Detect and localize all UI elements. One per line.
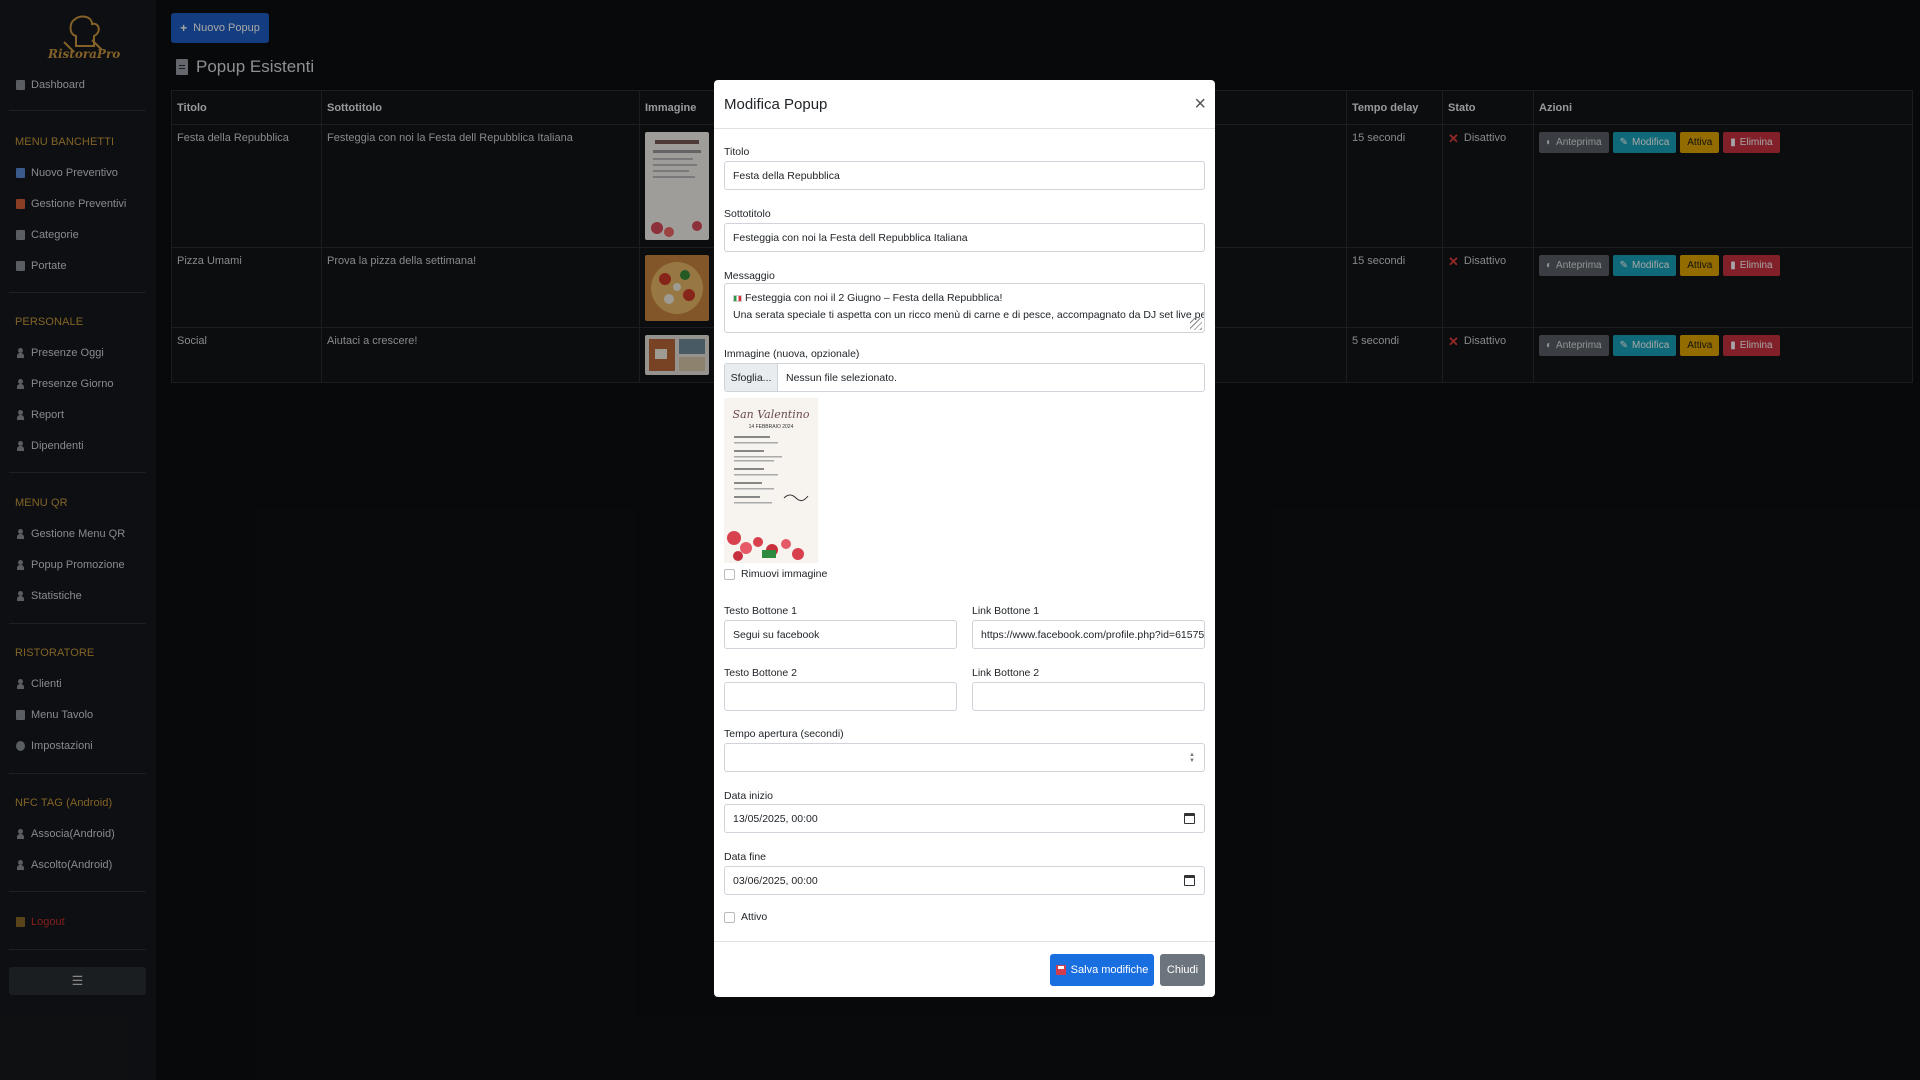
link-bottone-1-field[interactable]: https://www.facebook.com/profile.php?id=… bbox=[972, 620, 1205, 649]
testo-bottone-1-field[interactable]: Segui su facebook bbox=[724, 620, 957, 649]
attivo-checkbox[interactable]: Attivo bbox=[724, 911, 767, 923]
testo-bottone-2-label: Testo Bottone 2 bbox=[724, 667, 797, 679]
preview-subheading: 14 FEBBRAIO 2024 bbox=[749, 424, 794, 430]
modal-title: Modifica Popup bbox=[724, 95, 828, 113]
messaggio-line: Festeggia con noi il 2 Giugno – Festa de… bbox=[733, 290, 1196, 307]
messaggio-textarea[interactable]: Festeggia con noi il 2 Giugno – Festa de… bbox=[724, 283, 1205, 333]
link-bottone-2-label: Link Bottone 2 bbox=[972, 667, 1040, 679]
save-button[interactable]: Salva modifiche bbox=[1050, 954, 1154, 986]
testo-bottone-2-field[interactable] bbox=[724, 682, 957, 711]
modal-footer-divider bbox=[714, 941, 1215, 942]
browse-button[interactable]: Sfoglia... bbox=[725, 364, 778, 391]
edit-popup-modal: Modifica Popup × Titolo Festa della Repu… bbox=[714, 80, 1215, 997]
calendar-icon[interactable] bbox=[1184, 813, 1195, 824]
messaggio-label: Messaggio bbox=[724, 270, 775, 282]
tempo-apertura-field[interactable]: ▲ ▼ bbox=[724, 743, 1205, 772]
resize-handle-icon[interactable] bbox=[1190, 318, 1202, 330]
calendar-icon[interactable] bbox=[1184, 875, 1195, 886]
data-inizio-field[interactable]: 13/05/2025, 00:00 bbox=[724, 804, 1205, 833]
number-spinner-icon[interactable]: ▲ ▼ bbox=[1189, 752, 1197, 764]
preview-heading: San Valentino bbox=[733, 408, 810, 421]
close-button[interactable]: Chiudi bbox=[1160, 954, 1205, 986]
link-bottone-1-label: Link Bottone 1 bbox=[972, 605, 1040, 617]
checkbox[interactable] bbox=[724, 911, 735, 923]
link-bottone-2-field[interactable] bbox=[972, 682, 1205, 711]
data-inizio-label: Data inizio bbox=[724, 790, 774, 802]
immagine-label: Immagine (nuova, opzionale) bbox=[724, 348, 860, 360]
tempo-apertura-label: Tempo apertura (secondi) bbox=[724, 728, 844, 740]
file-input[interactable]: Sfoglia... Nessun file selezionato. bbox=[724, 363, 1205, 392]
titolo-label: Titolo bbox=[724, 146, 750, 158]
data-fine-label: Data fine bbox=[724, 851, 767, 863]
messaggio-line: Una serata speciale ti aspetta con un ri… bbox=[733, 309, 1205, 321]
sottotitolo-field[interactable]: Festeggia con noi la Festa dell Repubbli… bbox=[724, 223, 1205, 252]
sottotitolo-label: Sottotitolo bbox=[724, 208, 771, 220]
italy-flag-icon bbox=[733, 294, 742, 302]
file-status: Nessun file selezionato. bbox=[786, 371, 897, 384]
floppy-disk-icon bbox=[1055, 965, 1066, 975]
modal-header: Modifica Popup × bbox=[714, 80, 1215, 129]
testo-bottone-1-label: Testo Bottone 1 bbox=[724, 605, 797, 617]
current-image-preview: San Valentino 14 FEBBRAIO 2024 bbox=[724, 398, 818, 563]
titolo-field[interactable]: Festa della Repubblica bbox=[724, 161, 1205, 190]
close-icon[interactable]: × bbox=[1194, 94, 1206, 114]
checkbox[interactable] bbox=[724, 568, 735, 580]
rimuovi-immagine-checkbox[interactable]: Rimuovi immagine bbox=[724, 568, 827, 580]
data-fine-field[interactable]: 03/06/2025, 00:00 bbox=[724, 866, 1205, 895]
